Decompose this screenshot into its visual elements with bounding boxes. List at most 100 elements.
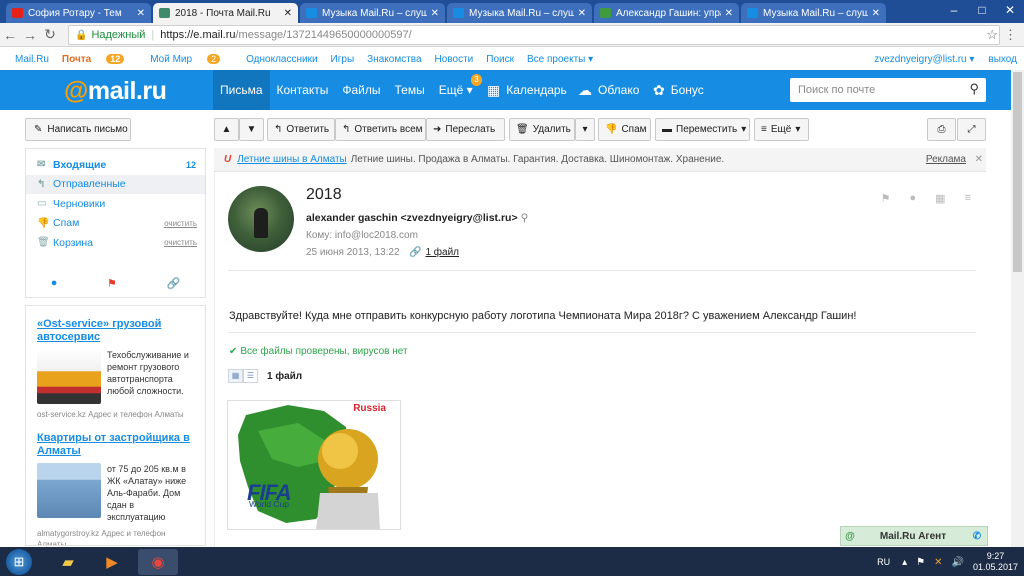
close-tab-icon[interactable]: ✕ — [284, 8, 292, 19]
logout-link[interactable]: выход — [988, 54, 1017, 65]
portal-link-dating[interactable]: Знакомства — [367, 54, 421, 65]
ad-item[interactable]: «Ost-service» грузовой автосервис Техобс… — [37, 318, 194, 420]
calendar-icon[interactable]: ▦ — [935, 192, 945, 205]
browser-tab[interactable]: Александр Гашин: упра ✕ — [594, 3, 739, 23]
network-icon[interactable]: ✕ — [934, 557, 942, 568]
grid-view-icon[interactable]: ▦ — [228, 369, 243, 383]
ad-source[interactable]: ost-service.kz Адрес и телефон Алматы — [37, 409, 194, 420]
prev-message-button[interactable]: ▲ — [214, 118, 239, 141]
portal-link-news[interactable]: Новости — [435, 54, 474, 65]
bonus-link[interactable]: ✿ Бонус — [653, 70, 704, 110]
browser-tab[interactable]: Музыка Mail.Ru – слуша ✕ — [741, 3, 886, 23]
search-icon[interactable]: ⚲ — [969, 81, 979, 97]
folder-inbox[interactable]: ✉ Входящие 12 — [26, 155, 205, 175]
scrollbar-thumb[interactable] — [1013, 72, 1022, 272]
language-indicator[interactable]: RU — [877, 557, 890, 567]
list-view-icon[interactable]: ☰ — [243, 369, 258, 383]
cloud-link[interactable]: ☁ Облако — [578, 70, 639, 110]
url-field[interactable]: 🔒 Надежный | https://e.mail.ru /message/… — [68, 25, 1000, 45]
folder-drafts[interactable]: ▭ Черновики — [26, 194, 205, 214]
clock[interactable]: 9:27 01.05.2017 — [973, 551, 1018, 573]
browser-tab[interactable]: Музыка Mail.Ru – слуша ✕ — [447, 3, 592, 23]
browser-tab[interactable]: София Ротару - Тем ✕ — [6, 3, 151, 23]
portal-link-mymir[interactable]: Мой Мир 2 — [150, 53, 233, 65]
next-message-button[interactable]: ▼ — [239, 118, 264, 141]
portal-link-ok[interactable]: Одноклассники — [246, 54, 317, 65]
close-window-icon[interactable]: ✕ — [996, 0, 1024, 20]
close-tab-icon[interactable]: ✕ — [137, 8, 145, 19]
search-icon[interactable]: ⚲ — [521, 212, 529, 224]
browser-menu-icon[interactable]: ⋮ — [1004, 27, 1017, 43]
ad-label[interactable]: Реклама — [926, 154, 966, 165]
flag-filter-icon[interactable]: ⚑ — [107, 277, 117, 290]
volume-icon[interactable]: 🔊 — [952, 557, 964, 568]
browser-tab-active[interactable]: 2018 - Почта Mail.Ru ✕ — [153, 3, 298, 23]
close-tab-icon[interactable]: ✕ — [578, 8, 586, 19]
portal-link-mail[interactable]: Почта 12 — [62, 53, 137, 65]
nav-themes[interactable]: Темы — [388, 70, 432, 110]
menu-lines-icon[interactable]: ≡ — [965, 192, 971, 205]
flag-icon[interactable]: ⚑ — [881, 192, 891, 205]
clear-trash-link[interactable]: очистить — [164, 238, 197, 247]
message-from[interactable]: alexander gaschin <zvezdnyeigry@list.ru>… — [306, 212, 528, 224]
ad-title[interactable]: «Ost-service» грузовой автосервис — [37, 318, 194, 344]
nav-more[interactable]: Ещё ▾ 3 — [432, 70, 482, 110]
folder-trash[interactable]: 🗑 Корзина очистить — [26, 233, 205, 253]
forward-button[interactable]: ➜ Переслать — [426, 118, 505, 141]
bookmark-star-icon[interactable]: ☆ — [986, 27, 998, 43]
reply-all-button[interactable]: ↰ Ответить всем — [335, 118, 426, 141]
attachment-filter-icon[interactable]: 🔗 — [166, 277, 180, 290]
tray-chevron-icon[interactable]: ▴ — [902, 557, 907, 568]
forward-icon[interactable]: → — [20, 27, 40, 43]
spam-button[interactable]: 👎 Спам — [598, 118, 651, 141]
nav-contacts[interactable]: Контакты — [270, 70, 336, 110]
ad-truck-image[interactable] — [37, 349, 101, 404]
mail-search-input[interactable]: Поиск по почте ⚲ — [790, 78, 986, 102]
minimize-icon[interactable]: – — [940, 0, 968, 20]
ad-building-image[interactable] — [37, 463, 101, 518]
portal-link-mailru[interactable]: Mail.Ru — [15, 54, 49, 65]
folder-sent[interactable]: ↰ Отправленные — [26, 174, 205, 194]
reply-button[interactable]: ↰ Ответить — [267, 118, 335, 141]
phone-icon[interactable]: ✆ — [967, 531, 987, 542]
reload-icon[interactable]: ↻ — [40, 26, 60, 43]
browser-tab[interactable]: Музыка Mail.Ru – слуша ✕ — [300, 3, 445, 23]
user-email-menu[interactable]: zvezdnyeigry@list.ru ▾ — [874, 54, 974, 65]
portal-link-search[interactable]: Поиск — [486, 54, 514, 65]
ad-item[interactable]: Квартиры от застройщика в Алматы от 75 д… — [37, 432, 194, 545]
portal-link-games[interactable]: Игры — [331, 54, 355, 65]
delete-button[interactable]: 🗑 Удалить — [509, 118, 575, 141]
portal-link-all-projects[interactable]: Все проекты ▾ — [527, 54, 593, 65]
ad-title[interactable]: Квартиры от застройщика в Алматы — [37, 432, 194, 458]
attachment-thumbnail[interactable]: Russia FIFA World Cup — [227, 400, 401, 530]
read-status-icon[interactable]: ● — [910, 192, 917, 205]
folder-spam[interactable]: 👎 Спам очистить — [26, 214, 205, 234]
close-icon[interactable]: ✕ — [975, 154, 983, 165]
calendar-link[interactable]: ▦ Календарь — [487, 70, 567, 110]
page-scrollbar[interactable] — [1011, 70, 1024, 548]
back-icon[interactable]: ← — [0, 27, 20, 43]
chrome-taskbar-icon[interactable]: ◉ — [138, 549, 178, 575]
print-button[interactable]: ⎙ — [927, 118, 956, 141]
compose-button[interactable]: ✎ Написать письмо — [25, 118, 131, 141]
maximize-icon[interactable]: □ — [968, 0, 996, 20]
close-tab-icon[interactable]: ✕ — [872, 8, 880, 19]
unread-filter-icon[interactable]: ● — [51, 277, 58, 290]
expand-button[interactable]: ⤢ — [957, 118, 986, 141]
close-tab-icon[interactable]: ✕ — [431, 8, 439, 19]
nav-letters[interactable]: Письма — [213, 70, 270, 110]
clear-spam-link[interactable]: очистить — [164, 219, 197, 228]
media-player-taskbar-icon[interactable]: ▶ — [92, 549, 132, 575]
flag-icon[interactable]: ⚑ — [916, 557, 925, 568]
more-actions-button[interactable]: ≡ Ещё ▾ — [754, 118, 809, 141]
ad-source[interactable]: almatygorstroy.kz Адрес и телефон Алматы — [37, 528, 194, 545]
nav-files[interactable]: Файлы — [335, 70, 387, 110]
explorer-taskbar-icon[interactable]: ▰ — [48, 549, 88, 575]
close-tab-icon[interactable]: ✕ — [725, 8, 733, 19]
mailru-agent-bar[interactable]: @ Mail.Ru Агент ✆ — [840, 526, 988, 546]
attachments-link[interactable]: 🔗 1 файл — [409, 247, 459, 258]
mailru-logo[interactable]: @mail.ru — [64, 77, 167, 106]
banner-link[interactable]: Летние шины в Алматы — [237, 154, 347, 165]
start-button[interactable]: ⊞ — [6, 549, 32, 575]
move-button[interactable]: ▬ Переместить ▾ — [655, 118, 750, 141]
